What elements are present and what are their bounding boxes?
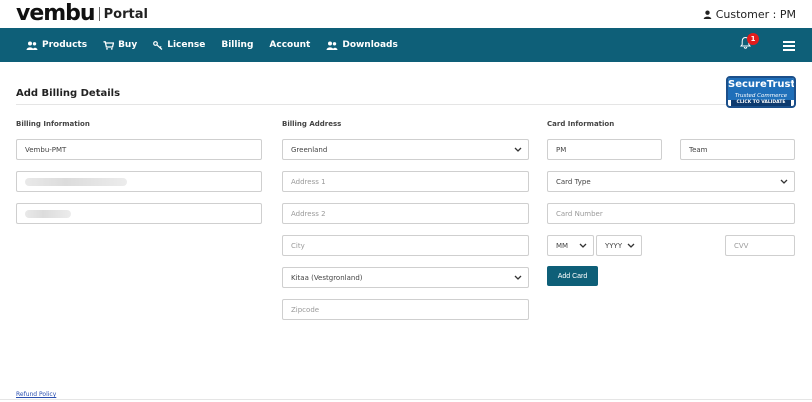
country-value: Greenland bbox=[291, 145, 328, 154]
billing-email-field[interactable] bbox=[16, 171, 262, 192]
city-placeholder: City bbox=[291, 241, 305, 250]
page-title: Add Billing Details bbox=[16, 88, 121, 99]
billing-address-heading: Billing Address bbox=[282, 120, 342, 128]
card-type-value: Card Type bbox=[556, 177, 591, 186]
add-card-button[interactable]: Add Card bbox=[547, 266, 598, 286]
chevron-down-icon bbox=[514, 275, 522, 280]
chevron-down-icon bbox=[579, 243, 587, 248]
nav-downloads[interactable]: Downloads bbox=[326, 40, 398, 50]
cvv-input[interactable]: CVV bbox=[725, 235, 795, 256]
expiry-month-select[interactable]: MM bbox=[547, 235, 594, 256]
menu-icon[interactable] bbox=[783, 41, 795, 51]
city-input[interactable]: City bbox=[282, 235, 529, 256]
main-navbar: Products Buy License Billing Account Dow… bbox=[0, 28, 812, 62]
vembu-logo[interactable]: vembu Portal bbox=[16, 2, 148, 26]
chevron-down-icon bbox=[514, 147, 522, 152]
nav-license[interactable]: License bbox=[153, 40, 205, 50]
trust-badge-title: SecureTrust bbox=[728, 78, 796, 92]
card-last-name-field[interactable]: Team bbox=[680, 139, 795, 160]
customer-menu[interactable]: Customer : PM bbox=[703, 8, 796, 21]
card-number-input[interactable]: Card Number bbox=[547, 203, 795, 224]
region-value: Kitaa (Vestgronland) bbox=[291, 273, 363, 282]
refund-policy-link[interactable]: Refund Policy bbox=[16, 391, 56, 398]
address1-placeholder: Address 1 bbox=[291, 177, 326, 186]
nav-downloads-label: Downloads bbox=[342, 40, 398, 50]
billing-name-value: Vembu-PMT bbox=[25, 145, 67, 154]
logo-separator bbox=[98, 7, 100, 21]
user-icon bbox=[703, 10, 712, 19]
nav-billing[interactable]: Billing bbox=[221, 40, 253, 50]
chevron-down-icon bbox=[780, 179, 788, 184]
card-first-name-field[interactable]: PM bbox=[547, 139, 662, 160]
footer-divider bbox=[0, 399, 812, 400]
title-divider bbox=[16, 104, 796, 105]
zipcode-placeholder: Zipcode bbox=[291, 305, 320, 314]
nav-account-label: Account bbox=[269, 40, 311, 50]
card-info-heading: Card Information bbox=[547, 120, 615, 128]
nav-products-label: Products bbox=[42, 40, 88, 50]
nav-products[interactable]: Products bbox=[26, 40, 87, 50]
region-select[interactable]: Kitaa (Vestgronland) bbox=[282, 267, 529, 288]
card-first-name-value: PM bbox=[556, 145, 567, 154]
customer-label: Customer : PM bbox=[715, 8, 796, 21]
chevron-down-icon bbox=[627, 243, 635, 248]
redacted-value bbox=[25, 209, 71, 218]
redacted-value bbox=[25, 177, 127, 186]
billing-name-field[interactable]: Vembu-PMT bbox=[16, 139, 262, 160]
trust-badge-validate: CLICK TO VALIDATE bbox=[731, 100, 791, 106]
card-last-name-value: Team bbox=[689, 145, 708, 154]
top-bar: vembu Portal Customer : PM bbox=[0, 0, 812, 28]
nav-buy-label: Buy bbox=[118, 40, 138, 50]
securetrust-badge[interactable]: SecureTrust Trusted Commerce CLICK TO VA… bbox=[726, 76, 796, 108]
card-number-placeholder: Card Number bbox=[556, 209, 603, 218]
zipcode-input[interactable]: Zipcode bbox=[282, 299, 529, 320]
logo-wordmark: vembu bbox=[16, 1, 96, 26]
cvv-placeholder: CVV bbox=[734, 241, 749, 250]
cart-icon bbox=[103, 40, 115, 50]
address2-input[interactable]: Address 2 bbox=[282, 203, 529, 224]
logo-portal-text: Portal bbox=[103, 6, 148, 22]
address1-input[interactable]: Address 1 bbox=[282, 171, 529, 192]
expiry-year-value: YYYY bbox=[605, 241, 623, 250]
users-icon bbox=[326, 41, 338, 50]
trust-badge-subtitle: Trusted Commerce bbox=[728, 92, 794, 100]
billing-phone-field[interactable] bbox=[16, 203, 262, 224]
nav-buy[interactable]: Buy bbox=[103, 40, 137, 50]
expiry-month-value: MM bbox=[556, 241, 569, 250]
nav-account[interactable]: Account bbox=[269, 40, 310, 50]
expiry-year-select[interactable]: YYYY bbox=[596, 235, 642, 256]
country-select[interactable]: Greenland bbox=[282, 139, 529, 160]
nav-billing-label: Billing bbox=[221, 40, 254, 50]
nav-license-label: License bbox=[167, 40, 206, 50]
users-icon bbox=[26, 41, 38, 50]
notification-badge: 1 bbox=[747, 33, 759, 45]
key-icon bbox=[153, 40, 163, 50]
card-type-select[interactable]: Card Type bbox=[547, 171, 795, 192]
billing-info-heading: Billing Information bbox=[16, 120, 90, 128]
address2-placeholder: Address 2 bbox=[291, 209, 326, 218]
